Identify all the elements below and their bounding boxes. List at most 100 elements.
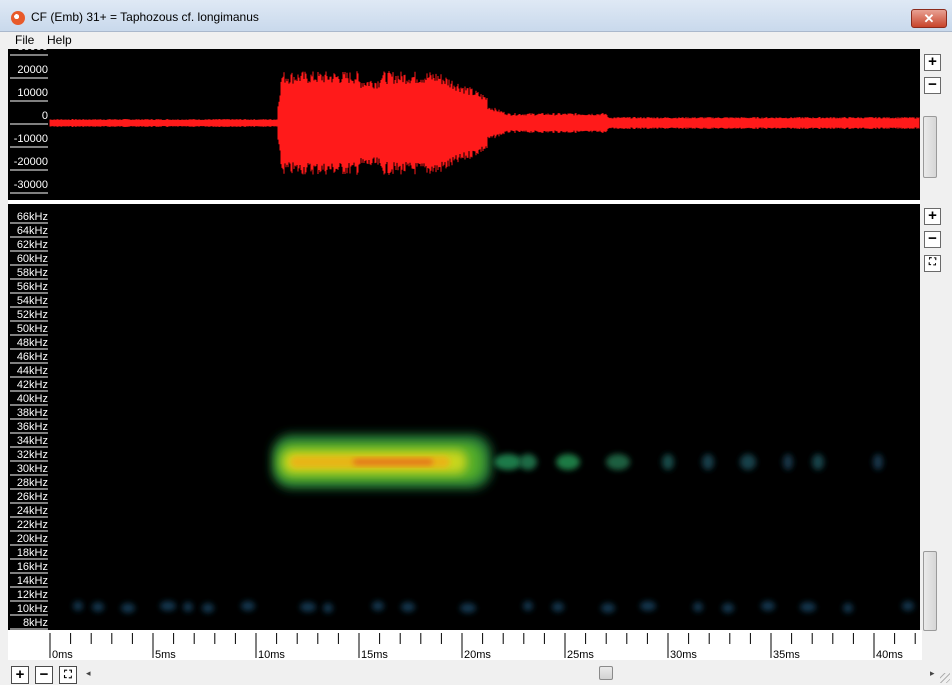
wave-zoom-in-button[interactable]: + — [924, 54, 941, 71]
noise-blob — [160, 601, 176, 611]
freq-label: 8kHz — [23, 617, 48, 629]
freq-label: 60kHz — [17, 253, 48, 265]
echo-blob — [873, 454, 883, 470]
freq-label: 14kHz — [17, 575, 48, 587]
wave-zoom-out-button[interactable]: − — [924, 77, 941, 94]
time-label: 40ms — [876, 649, 903, 660]
noise-blob — [601, 603, 615, 613]
menu-help[interactable]: Help — [47, 33, 72, 47]
freq-label: 38kHz — [17, 407, 48, 419]
noise-blob — [523, 601, 533, 611]
spec-zoom-out-button[interactable]: − — [924, 231, 941, 248]
title-bar: CF (Emb) 31+ = Taphozous cf. longimanus … — [0, 0, 952, 32]
freq-label: 32kHz — [17, 449, 48, 461]
freq-label: 44kHz — [17, 365, 48, 377]
echo-blob — [606, 454, 630, 470]
freq-label: 12kHz — [17, 589, 48, 601]
time-label: 0ms — [52, 649, 73, 660]
time-zoom-out-button[interactable]: − — [35, 666, 53, 684]
freq-label: 26kHz — [17, 491, 48, 503]
wave-y-label: 20000 — [17, 64, 48, 76]
freq-label: 20kHz — [17, 533, 48, 545]
wave-scroll-thumb[interactable] — [923, 116, 937, 178]
echo-blob — [494, 454, 522, 470]
wave-y-label: -20000 — [14, 156, 48, 168]
wave-y-label: 0 — [42, 110, 48, 122]
echo-blob — [812, 454, 824, 470]
noise-blob — [552, 602, 564, 612]
freq-label: 34kHz — [17, 435, 48, 447]
freq-label: 30kHz — [17, 463, 48, 475]
bottom-toolbar: + − ⛶ ◂ ▸ — [0, 660, 952, 685]
freq-label: 64kHz — [17, 225, 48, 237]
freq-label: 28kHz — [17, 477, 48, 489]
noise-blob — [121, 603, 135, 613]
noise-blob — [401, 602, 415, 612]
freq-label: 24kHz — [17, 505, 48, 517]
freq-label: 56kHz — [17, 281, 48, 293]
close-button[interactable]: ✕ — [911, 9, 947, 28]
noise-blob — [202, 603, 214, 613]
freq-label: 16kHz — [17, 561, 48, 573]
time-label: 25ms — [567, 649, 594, 660]
echo-blob — [702, 454, 714, 470]
time-zoom-in-button[interactable]: + — [11, 666, 29, 684]
freq-label: 48kHz — [17, 337, 48, 349]
time-fit-button[interactable]: ⛶ — [59, 666, 77, 684]
wave-y-label: 30000 — [17, 49, 48, 53]
noise-blob — [800, 602, 816, 612]
freq-label: 58kHz — [17, 267, 48, 279]
time-axis-ruler: 0ms 5ms 10ms 15ms 20ms 25ms 30ms 35ms 40ms — [49, 633, 916, 660]
noise-blob — [843, 603, 853, 613]
noise-blob — [902, 601, 914, 611]
time-label: 10ms — [258, 649, 285, 660]
time-label: 30ms — [670, 649, 697, 660]
arrow-right-icon[interactable]: ▸ — [930, 668, 935, 679]
noise-blob — [640, 601, 656, 611]
time-label: 20ms — [464, 649, 491, 660]
freq-label: 42kHz — [17, 379, 48, 391]
freq-label: 66kHz — [17, 211, 48, 223]
noise-blob — [323, 603, 333, 613]
menu-bar: File Help — [0, 32, 952, 49]
time-label: 15ms — [361, 649, 388, 660]
freq-label: 36kHz — [17, 421, 48, 433]
horizontal-scrollbar[interactable]: ◂ ▸ — [83, 665, 941, 682]
spec-zoom-in-button[interactable]: + — [924, 208, 941, 225]
noise-blob — [183, 602, 193, 612]
waveform-plot: 30000 20000 10000 0 -10000 -20000 -30000 — [10, 49, 920, 194]
call-energy — [272, 434, 492, 489]
freq-label: 46kHz — [17, 351, 48, 363]
freq-label: 50kHz — [17, 323, 48, 335]
noise-blob — [722, 603, 734, 613]
noise-blob — [372, 601, 384, 611]
freq-label: 62kHz — [17, 239, 48, 251]
horizontal-scroll-thumb[interactable] — [599, 666, 613, 680]
spec-scroll-thumb[interactable] — [923, 551, 937, 631]
spec-fit-button[interactable]: ⛶ — [924, 255, 941, 272]
spectrogram-panel[interactable]: 66kHz 64kHz 62kHz 60kHz 58kHz 56kHz 54kHz 52kHz… — [8, 204, 920, 634]
bat-app-icon — [11, 11, 25, 25]
echo-blob — [556, 454, 580, 470]
noise-blob — [693, 602, 703, 612]
echo-blob — [519, 454, 537, 470]
wave-y-label: -10000 — [14, 133, 48, 145]
echo-blob — [662, 454, 674, 470]
time-label: 5ms — [155, 649, 176, 660]
waveform-trace — [49, 71, 920, 175]
noise-blob — [73, 601, 83, 611]
freq-label: 18kHz — [17, 547, 48, 559]
freq-label: 40kHz — [17, 393, 48, 405]
echo-blob — [740, 454, 756, 470]
resize-grip-icon[interactable] — [940, 673, 950, 683]
spec-vertical-scrollbar[interactable] — [922, 275, 939, 633]
noise-blob — [92, 602, 104, 612]
waveform-panel[interactable]: 30000 20000 10000 0 -10000 -20000 -30000 — [8, 49, 920, 200]
wave-vertical-scrollbar[interactable] — [922, 98, 939, 198]
freq-label: 10kHz — [17, 603, 48, 615]
spectrogram-plot: 66kHz 64kHz 62kHz 60kHz 58kHz 56kHz 54kHz 52kHz… — [10, 211, 914, 630]
arrow-left-icon[interactable]: ◂ — [86, 668, 91, 679]
noise-blob — [761, 601, 775, 611]
echo-blob — [783, 454, 793, 470]
menu-file[interactable]: File — [15, 33, 34, 47]
